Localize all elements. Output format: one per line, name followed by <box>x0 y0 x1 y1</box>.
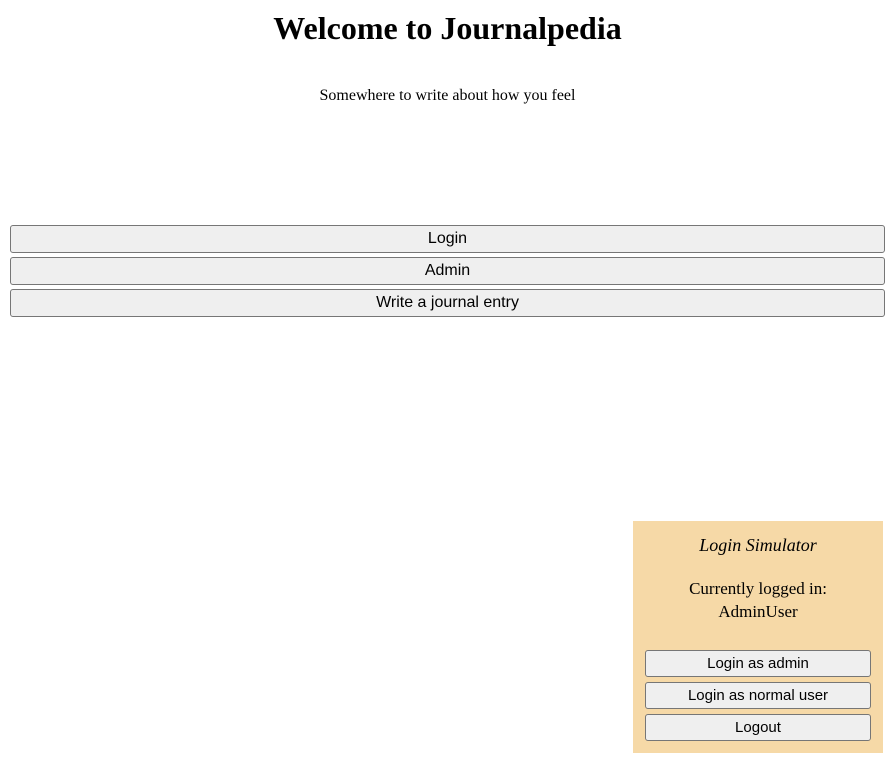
page-title: Welcome to Journalpedia <box>0 10 895 47</box>
page-header: Welcome to Journalpedia Somewhere to wri… <box>0 0 895 105</box>
login-simulator-panel: Login Simulator Currently logged in: Adm… <box>633 521 883 753</box>
login-simulator-title: Login Simulator <box>645 535 871 556</box>
login-as-normal-user-button[interactable]: Login as normal user <box>645 682 871 709</box>
page-subtitle: Somewhere to write about how you feel <box>0 87 895 105</box>
admin-button[interactable]: Admin <box>10 257 885 285</box>
login-current-user: AdminUser <box>718 602 797 621</box>
login-simulator-status: Currently logged in: AdminUser <box>645 578 871 624</box>
write-journal-button[interactable]: Write a journal entry <box>10 289 885 317</box>
login-button[interactable]: Login <box>10 225 885 253</box>
main-button-group: Login Admin Write a journal entry <box>0 225 895 317</box>
logout-button[interactable]: Logout <box>645 714 871 741</box>
login-as-admin-button[interactable]: Login as admin <box>645 650 871 677</box>
login-status-prefix: Currently logged in: <box>689 579 827 598</box>
